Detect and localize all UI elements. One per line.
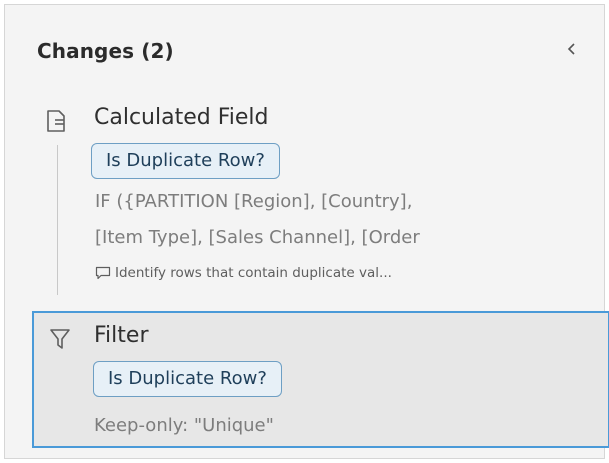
filter-icon: [49, 327, 71, 351]
change-comment: Identify rows that contain duplicate val…: [95, 265, 392, 281]
timeline-connector: [57, 145, 58, 295]
comment-icon: [95, 266, 111, 280]
change-item-calculated-field[interactable]: Calculated Field Is Duplicate Row? IF ({…: [5, 93, 604, 299]
field-name-pill[interactable]: Is Duplicate Row?: [93, 361, 282, 397]
chevron-left-icon: [567, 43, 575, 55]
comment-text: Identify rows that contain duplicate val…: [115, 265, 392, 281]
change-type-label: Filter: [94, 323, 149, 348]
change-type-label: Calculated Field: [94, 105, 269, 130]
collapse-panel-button[interactable]: [562, 37, 582, 61]
field-name-pill[interactable]: Is Duplicate Row?: [91, 143, 280, 179]
formula-text-line-1: IF ({PARTITION [Region], [Country],: [95, 191, 413, 212]
change-item-filter[interactable]: Filter Is Duplicate Row? Keep-only: "Uni…: [32, 311, 609, 448]
calculated-field-icon: [45, 109, 67, 133]
panel-title: Changes (2): [37, 39, 174, 63]
changes-panel: Changes (2) Calculated Field Is Duplicat…: [4, 4, 609, 459]
filter-detail-text: Keep-only: "Unique": [94, 415, 274, 436]
formula-text-line-2: [Item Type], [Sales Channel], [Order: [95, 227, 420, 248]
